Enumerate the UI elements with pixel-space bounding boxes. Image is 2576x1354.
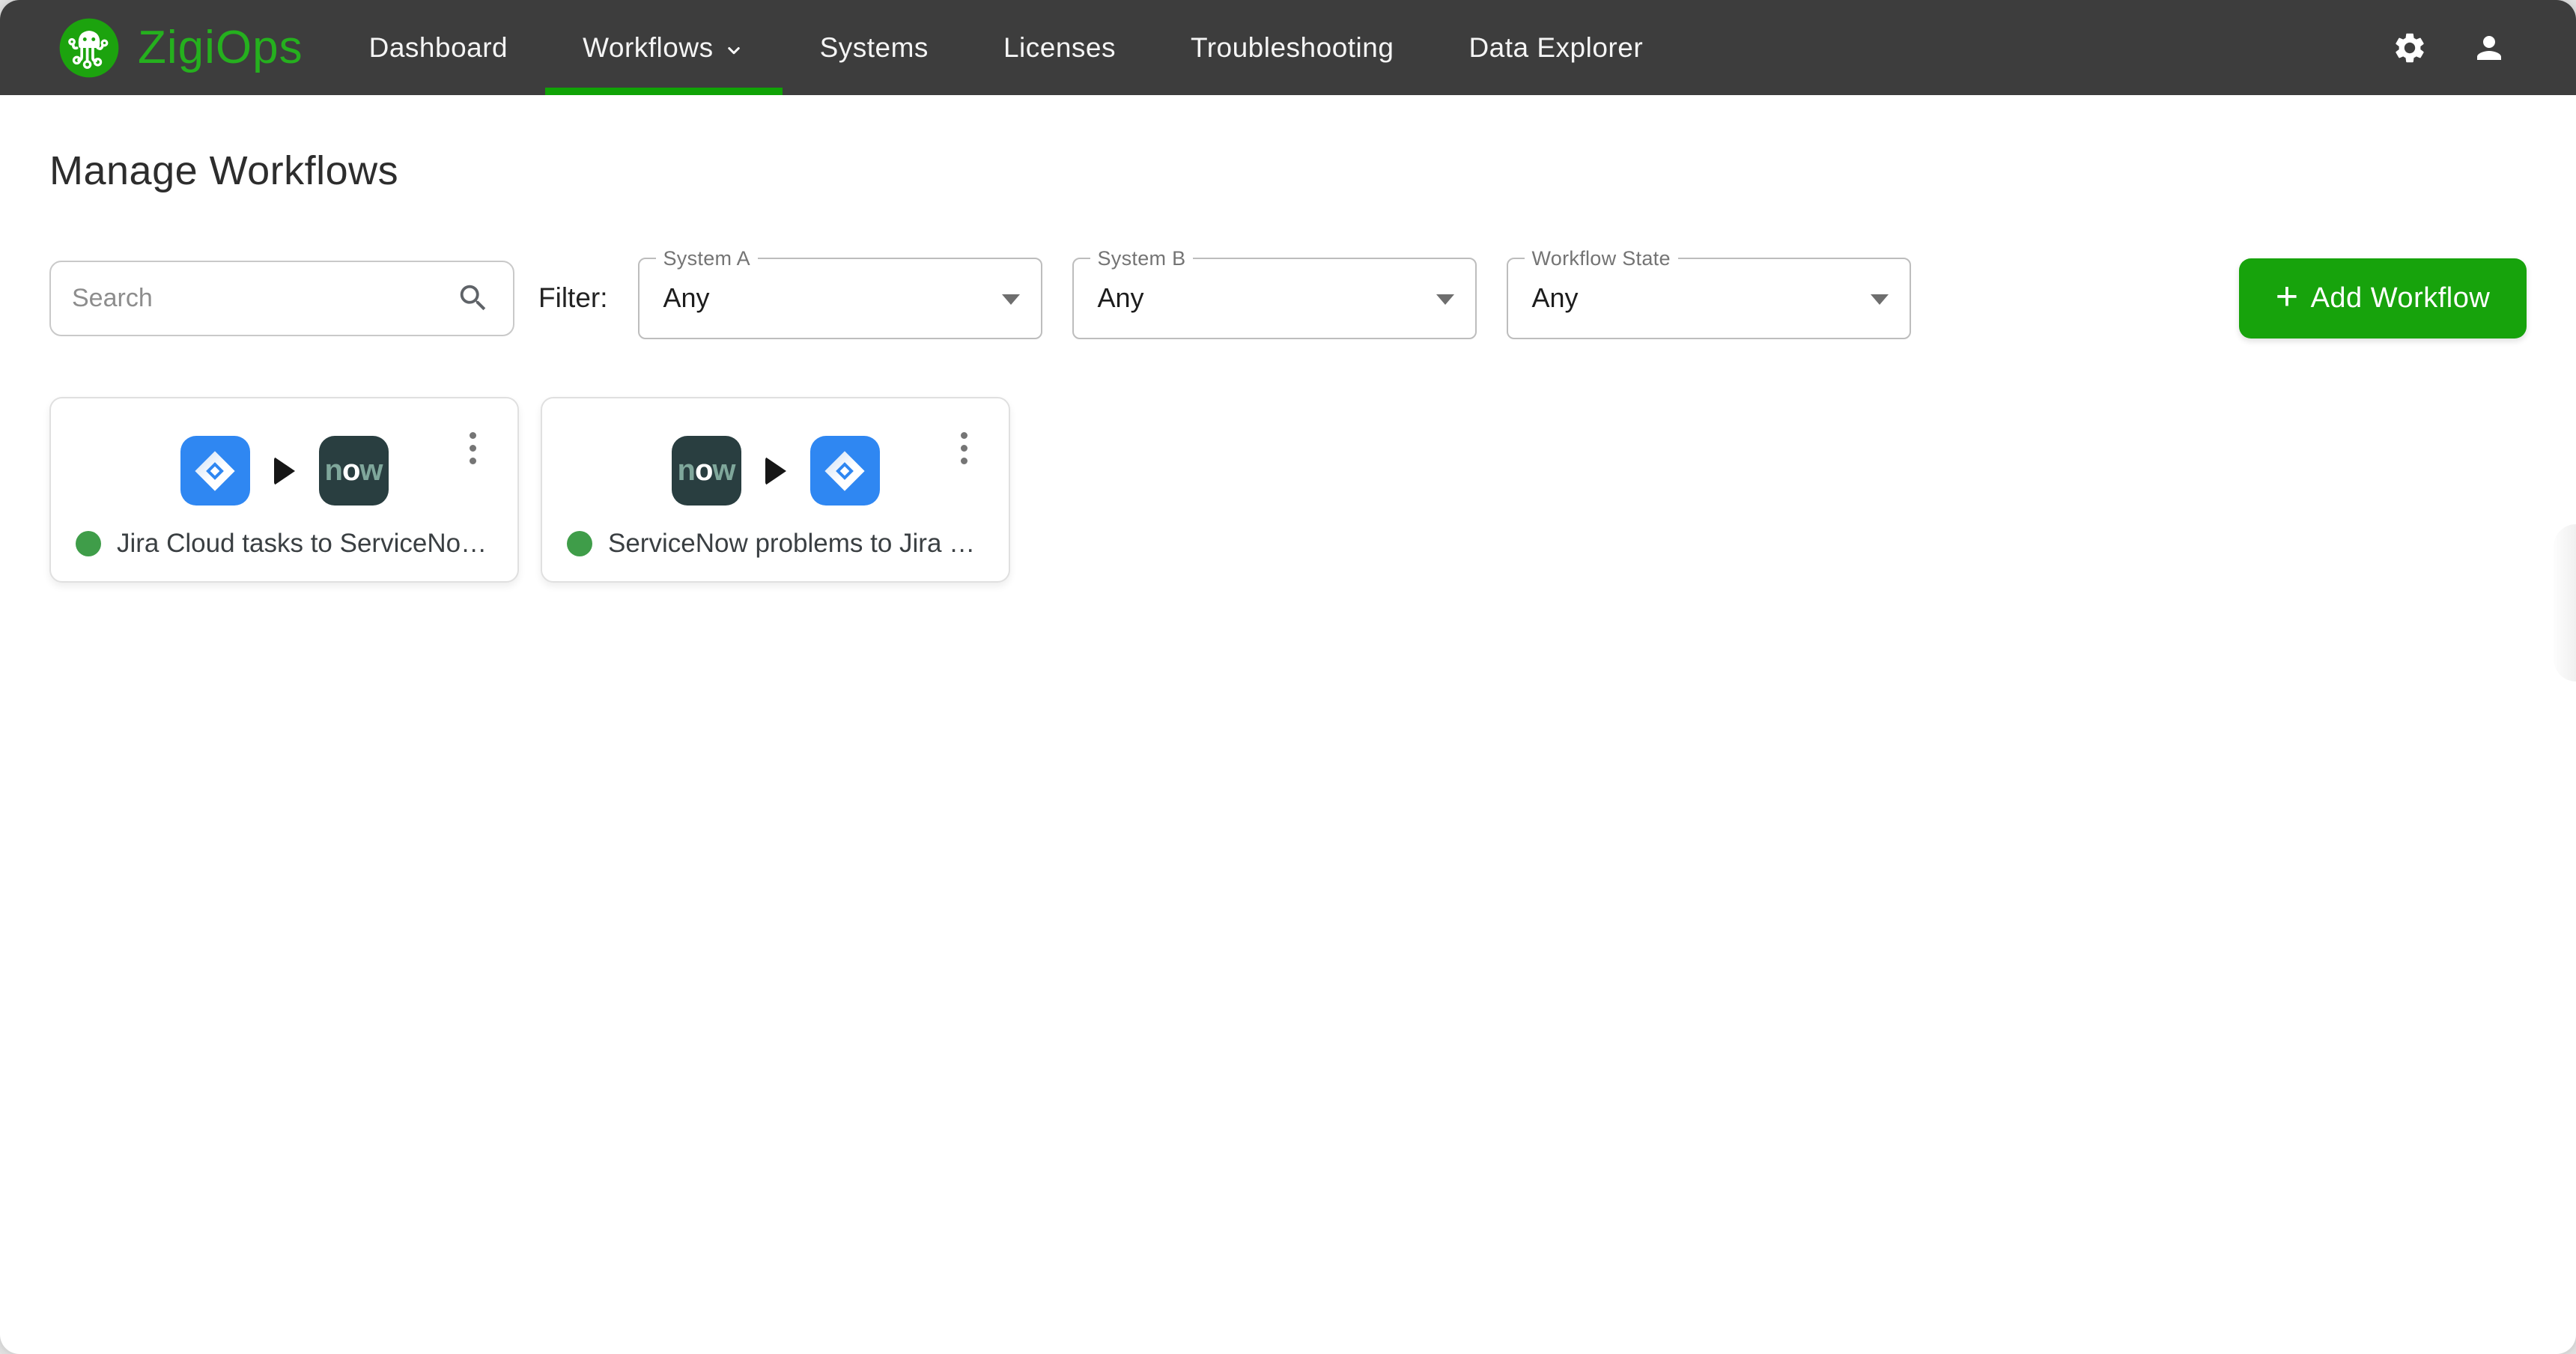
brand-logo-home-link[interactable]: ZigiOps — [58, 17, 303, 79]
dropdown-arrow-icon — [1002, 294, 1020, 305]
servicenow-letter: w — [359, 454, 382, 488]
magnifier-icon — [456, 281, 490, 315]
select-value: Any — [1098, 282, 1144, 314]
workflow-title: Jira Cloud tasks to ServiceNo… — [117, 529, 487, 559]
select-label: Workflow State — [1525, 247, 1678, 270]
nav-item-systems[interactable]: Systems — [783, 0, 966, 95]
nav-item-label: Troubleshooting — [1191, 32, 1394, 64]
workflow-card-list: now Jira Cloud tasks to ServiceNo… now — [49, 397, 2527, 583]
select-system-b[interactable]: System B Any — [1072, 258, 1477, 339]
add-workflow-label: Add Workflow — [2311, 282, 2491, 315]
select-workflow-state[interactable]: Workflow State Any — [1507, 258, 1911, 339]
nav-item-label: Systems — [820, 32, 929, 64]
dropdown-arrow-icon — [1871, 294, 1889, 305]
servicenow-letter: w — [712, 454, 735, 488]
workflow-status-row: ServiceNow problems to Jira … — [567, 529, 992, 559]
nav-item-licenses[interactable]: Licenses — [966, 0, 1153, 95]
main-nav: Dashboard Workflows Systems Licenses Tro… — [332, 0, 1681, 95]
workflow-title: ServiceNow problems to Jira … — [608, 529, 975, 559]
top-navbar: ZigiOps Dashboard Workflows Systems Lice… — [0, 0, 2576, 95]
select-value: Any — [1532, 282, 1579, 314]
right-edge-scroll-hint — [2554, 524, 2576, 681]
direction-arrow-icon — [274, 457, 295, 485]
nav-item-dashboard[interactable]: Dashboard — [332, 0, 546, 95]
servicenow-icon: now — [672, 436, 741, 506]
page-title: Manage Workflows — [49, 148, 2527, 194]
user-icon — [2471, 30, 2507, 66]
nav-item-workflows[interactable]: Workflows — [545, 0, 782, 95]
workflow-card-jira-to-servicenow[interactable]: now Jira Cloud tasks to ServiceNo… — [49, 397, 519, 583]
brand-name: ZigiOps — [138, 21, 303, 74]
nav-item-data-explorer[interactable]: Data Explorer — [1431, 0, 1680, 95]
servicenow-letter: n — [325, 454, 342, 488]
select-label: System B — [1090, 247, 1194, 270]
servicenow-letter: n — [678, 454, 695, 488]
search-input[interactable] — [72, 284, 456, 313]
filter-label: Filter: — [538, 282, 608, 314]
filter-toolbar: Filter: System A Any System B Any Workfl… — [49, 257, 2527, 339]
user-account-button[interactable] — [2465, 24, 2513, 72]
main-content: Manage Workflows Filter: System A Any Sy… — [0, 148, 2576, 583]
status-active-dot — [567, 531, 592, 556]
app-window: ZigiOps Dashboard Workflows Systems Lice… — [0, 0, 2576, 1354]
select-label: System A — [656, 247, 758, 270]
servicenow-letter: o — [342, 454, 359, 488]
zigiops-octopus-icon — [58, 17, 120, 79]
integration-icons: now — [51, 436, 517, 506]
integration-icons: now — [542, 436, 1009, 506]
status-active-dot — [76, 531, 101, 556]
add-workflow-button[interactable]: + Add Workflow — [2239, 258, 2527, 338]
jira-icon — [810, 436, 880, 506]
search-box — [49, 261, 514, 336]
select-value: Any — [663, 282, 710, 314]
navbar-right-actions — [2386, 24, 2513, 72]
workflow-card-servicenow-to-jira[interactable]: now — [541, 397, 1010, 583]
servicenow-icon: now — [319, 436, 389, 506]
nav-item-label: Licenses — [1003, 32, 1116, 64]
nav-item-label: Data Explorer — [1468, 32, 1643, 64]
settings-button[interactable] — [2386, 24, 2434, 72]
select-system-a[interactable]: System A Any — [638, 258, 1042, 339]
servicenow-letter: o — [695, 454, 712, 488]
chevron-down-icon — [723, 39, 745, 61]
nav-item-label: Dashboard — [369, 32, 508, 64]
jira-icon — [180, 436, 250, 506]
workflow-status-row: Jira Cloud tasks to ServiceNo… — [76, 529, 501, 559]
direction-arrow-icon — [765, 457, 786, 485]
dropdown-arrow-icon — [1436, 294, 1454, 305]
gear-icon — [2392, 30, 2428, 66]
nav-item-label: Workflows — [583, 32, 713, 64]
nav-item-troubleshooting[interactable]: Troubleshooting — [1153, 0, 1431, 95]
